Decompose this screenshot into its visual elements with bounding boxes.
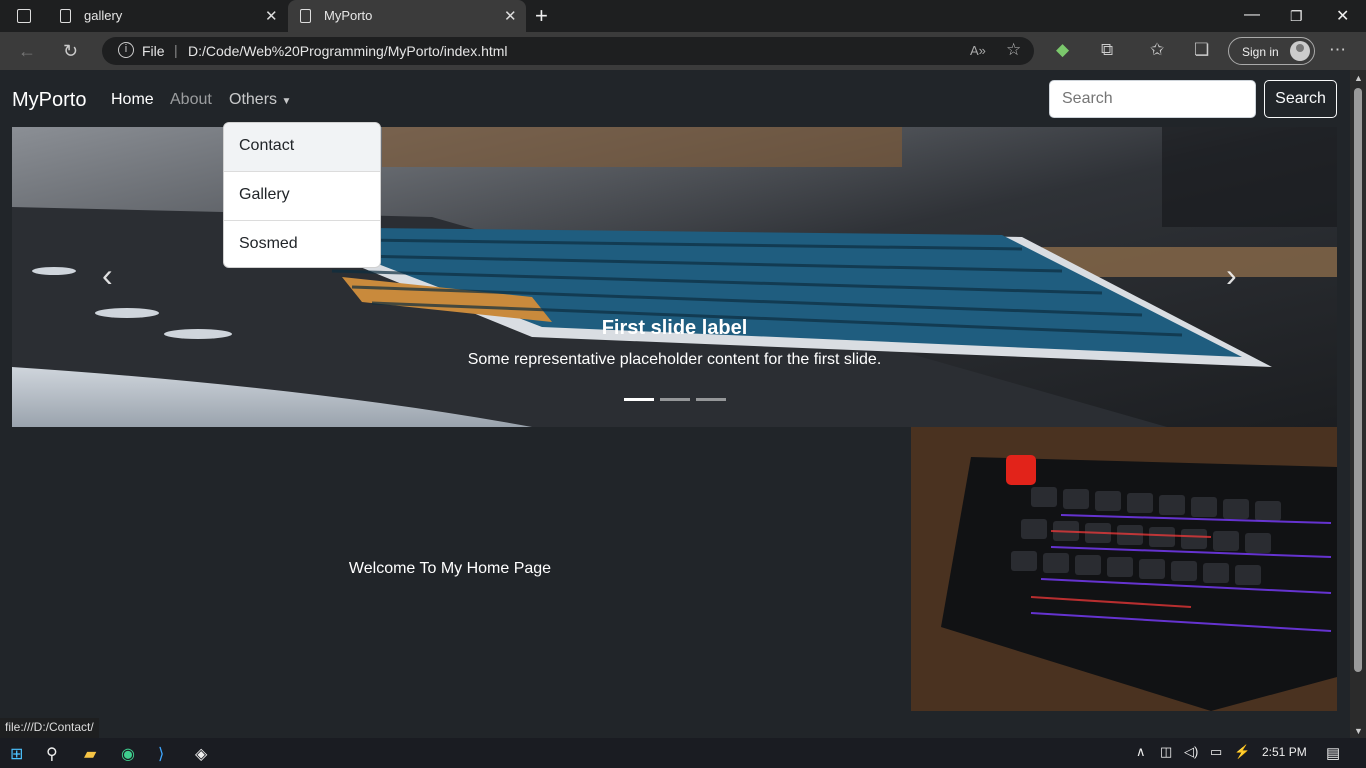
dropdown-item-contact[interactable]: Contact <box>224 123 380 171</box>
meet-icon[interactable]: ◫ <box>1160 744 1172 760</box>
extensions-icon[interactable]: ⧉ <box>1101 40 1113 60</box>
scrollbar[interactable]: ▲ ▼ <box>1350 70 1366 738</box>
url-text[interactable]: D:/Code/Web%20Programming/MyPorto/index.… <box>188 43 508 59</box>
refresh-icon[interactable]: ↻ <box>63 41 78 62</box>
minimize-icon[interactable]: — <box>1244 6 1260 24</box>
info-icon[interactable]: i <box>118 42 134 58</box>
welcome-text: Welcome To My Home Page <box>348 560 552 577</box>
close-window-icon[interactable]: ✕ <box>1336 6 1349 26</box>
vscode-icon[interactable]: ⟩ <box>158 744 164 764</box>
start-icon[interactable]: ⊞ <box>10 744 23 764</box>
back-icon[interactable]: ← <box>18 41 36 62</box>
carousel-next-icon[interactable]: › <box>1226 257 1237 294</box>
keyboard-image <box>911 427 1337 711</box>
notifications-icon[interactable]: ▤ <box>1326 744 1340 762</box>
search-input[interactable] <box>1049 80 1256 118</box>
more-menu-icon[interactable]: ⋯ <box>1329 40 1346 60</box>
nav-dropdown-others[interactable]: Others ▼ <box>229 91 291 109</box>
scroll-up-icon[interactable]: ▲ <box>1354 73 1363 83</box>
restore-icon[interactable]: ❐ <box>1290 8 1303 25</box>
close-tab-icon[interactable]: ✕ <box>265 7 278 25</box>
volume-icon[interactable]: ◁) <box>1184 744 1198 760</box>
nav-dropdown-label: Others <box>229 91 278 108</box>
others-dropdown-menu: Contact Gallery Sosmed <box>223 122 381 268</box>
url-scheme: File <box>142 43 165 59</box>
page-icon <box>60 9 71 23</box>
carousel-indicator[interactable] <box>660 398 690 401</box>
scroll-down-icon[interactable]: ▼ <box>1354 726 1363 736</box>
status-bar: file:///D:/Contact/ <box>0 718 99 738</box>
tab-title: MyPorto <box>324 8 373 23</box>
carousel-prev-icon[interactable]: ‹ <box>102 257 113 294</box>
scrollbar-thumb[interactable] <box>1354 88 1362 672</box>
caret-down-icon: ▼ <box>281 96 292 107</box>
carousel-caption-text: Some representative placeholder content … <box>467 351 882 368</box>
taskbar: ⊞ ⚲ ▰ ◉ ⟩ ◈ ∧ ◫ ◁) ▭ ⚡ 2:51 PM ▤ <box>0 738 1366 768</box>
read-aloud-icon[interactable]: A» <box>970 43 986 58</box>
battery-icon[interactable]: ▭ <box>1210 744 1222 760</box>
url-separator: | <box>174 42 178 58</box>
page-icon <box>300 9 311 23</box>
keyboard-photo-2 <box>911 427 1337 711</box>
tab-actions-icon <box>17 9 31 23</box>
tab-gallery[interactable]: gallery ✕ <box>48 0 286 32</box>
dropdown-item-gallery[interactable]: Gallery <box>224 172 380 220</box>
add-favorite-icon[interactable]: ☆ <box>1006 40 1021 60</box>
collections-icon[interactable]: ❏ <box>1194 40 1209 60</box>
sign-in-button[interactable]: Sign in <box>1228 37 1315 65</box>
tab-strip: gallery ✕ MyPorto ✕ + — ❐ ✕ <box>0 0 1366 32</box>
carousel: ‹ › First slide label Some representativ… <box>12 127 1337 427</box>
new-tab-icon[interactable]: + <box>535 3 548 29</box>
web-page: MyPorto Home About Others ▼ Search Searc… <box>0 70 1350 738</box>
carousel-caption-title: First slide label <box>601 317 748 339</box>
avatar <box>1290 41 1310 61</box>
sign-in-label: Sign in <box>1242 45 1279 59</box>
dropdown-item-sosmed[interactable]: Sosmed <box>224 221 380 269</box>
file-explorer-icon[interactable]: ▰ <box>84 744 96 764</box>
tab-actions-button[interactable] <box>0 0 46 32</box>
tray-chevron-icon[interactable]: ∧ <box>1136 744 1146 760</box>
keyboard-photo <box>12 127 1337 427</box>
nav-link-about[interactable]: About <box>170 91 212 109</box>
taskbar-clock[interactable]: 2:51 PM <box>1262 745 1307 759</box>
address-bar[interactable]: i File | D:/Code/Web%20Programming/MyPor… <box>102 37 1034 65</box>
navbar-brand[interactable]: MyPorto <box>12 89 86 112</box>
carousel-indicator[interactable] <box>624 398 654 401</box>
app-icon[interactable]: ◈ <box>195 744 207 764</box>
tab-myporto[interactable]: MyPorto ✕ <box>288 0 526 32</box>
tab-title: gallery <box>84 8 123 23</box>
nav-link-home[interactable]: Home <box>111 91 154 109</box>
close-tab-icon[interactable]: ✕ <box>504 7 517 25</box>
carousel-indicator[interactable] <box>696 398 726 401</box>
edge-icon[interactable]: ◉ <box>121 744 135 764</box>
search-icon[interactable]: ⚲ <box>46 744 58 764</box>
favorites-icon[interactable]: ✩ <box>1150 40 1164 60</box>
extension-icon[interactable]: ◆ <box>1056 40 1069 60</box>
network-icon[interactable]: ⚡ <box>1234 744 1250 760</box>
search-button[interactable]: Search <box>1264 80 1337 118</box>
